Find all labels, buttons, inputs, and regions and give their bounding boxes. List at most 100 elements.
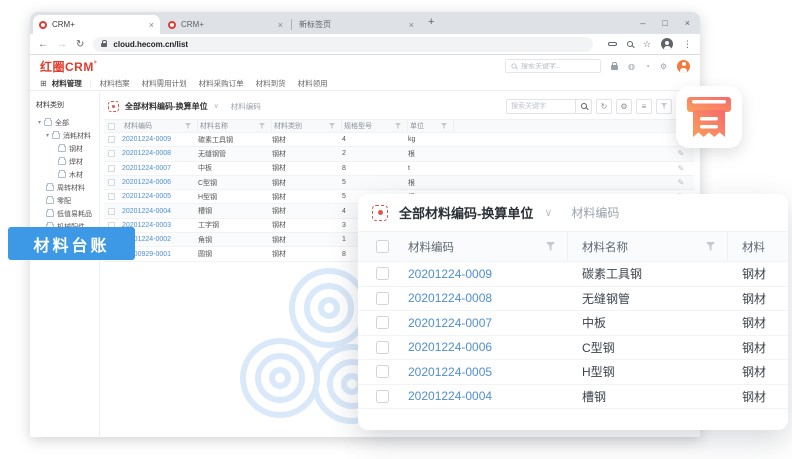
reload-icon[interactable]: ↻	[76, 39, 84, 50]
tree-node-wood[interactable]: 木材	[30, 168, 99, 181]
edit-pencil-icon[interactable]: ✎	[668, 178, 694, 187]
nav-item-demand-plan[interactable]: 材料需用计划	[142, 78, 187, 89]
zoom-panel-row: 20201224-0006 C型钢 钢材	[358, 336, 788, 361]
row-checkbox[interactable]	[376, 292, 389, 305]
browser-tab-3[interactable]: 新标签页 ×	[293, 15, 420, 34]
nav-item-requisition[interactable]: 材料领用	[298, 78, 328, 89]
gear-icon[interactable]: ⚙	[660, 62, 667, 71]
material-code-link[interactable]: 20201224-0005	[394, 365, 568, 379]
browser-tab-1[interactable]: CRM+ ×	[33, 15, 160, 34]
material-code-link[interactable]: 20201224-0006	[122, 179, 198, 186]
list-toolbar: 全部材料编码-换算单位 ∨ 材料编码 ↻ ⚙ ≡ ⋮	[108, 96, 692, 116]
material-code-link[interactable]: 20201224-0008	[394, 291, 568, 305]
filter-icon[interactable]	[259, 123, 265, 129]
search-button[interactable]	[576, 99, 592, 114]
select-all-checkbox[interactable]	[376, 240, 389, 253]
row-checkbox[interactable]	[108, 193, 115, 200]
filter-icon[interactable]	[706, 242, 715, 251]
caret-down-icon[interactable]: ▾	[38, 119, 41, 126]
tree-node-welding[interactable]: 焊材	[30, 155, 99, 168]
lock-icon[interactable]	[611, 65, 618, 70]
edit-pencil-icon[interactable]: ✎	[668, 164, 694, 173]
material-code-link[interactable]: 20201224-0006	[394, 340, 568, 354]
material-code-link[interactable]: 20201224-0007	[122, 165, 198, 172]
select-all-checkbox[interactable]	[108, 123, 115, 130]
filter-icon[interactable]	[395, 123, 401, 129]
app-logo: 红圈CRM°	[40, 58, 97, 75]
zoom-panel-field-label[interactable]: 材料编码	[571, 204, 619, 221]
row-checkbox[interactable]	[108, 150, 115, 157]
tab-close-icon[interactable]: ×	[409, 20, 414, 30]
filter-icon[interactable]	[546, 242, 555, 251]
back-icon[interactable]: ←	[38, 39, 48, 50]
row-checkbox[interactable]	[376, 390, 389, 403]
global-search-field[interactable]	[521, 63, 591, 70]
row-checkbox[interactable]	[108, 208, 115, 215]
row-checkbox[interactable]	[376, 316, 389, 329]
view-field-label[interactable]: 材料编码	[231, 101, 261, 112]
filter-icon[interactable]	[441, 123, 447, 129]
view-scan-icon	[108, 101, 119, 112]
nav-item-material-files[interactable]: 材料档案	[100, 78, 130, 89]
material-code-link[interactable]: 20201224-0009	[122, 136, 198, 143]
tree-node-parts[interactable]: 零配	[30, 194, 99, 207]
nav-item-purchase-order[interactable]: 材料采购订单	[199, 78, 244, 89]
browser-menu-icon[interactable]: ⋮	[683, 39, 692, 50]
folder-icon	[44, 120, 52, 126]
tab-close-icon[interactable]: ×	[149, 20, 154, 30]
user-avatar[interactable]	[677, 60, 690, 73]
browser-tab-2[interactable]: CRM+ ×	[162, 15, 289, 34]
row-checkbox[interactable]	[376, 341, 389, 354]
row-checkbox[interactable]	[108, 165, 115, 172]
window-minimize-button[interactable]: –	[640, 18, 645, 28]
tab-label: CRM+	[52, 20, 144, 29]
bookmark-star-icon[interactable]: ☆	[643, 39, 651, 50]
tree-node-steel[interactable]: 钢材	[30, 142, 99, 155]
window-maximize-button[interactable]: □	[662, 18, 667, 28]
refresh-button[interactable]: ↻	[596, 99, 612, 114]
address-bar[interactable]: cloud.hecom.cn/list	[93, 37, 593, 52]
columns-button[interactable]: ≡	[636, 99, 652, 114]
nav-item-arrival[interactable]: 材料到货	[256, 78, 286, 89]
list-search-input[interactable]	[506, 99, 576, 114]
row-checkbox[interactable]	[108, 179, 115, 186]
zoom-panel-header-row: 材料编码 材料名称 材料	[358, 232, 788, 262]
zoom-panel-row: 20201224-0007 中板 钢材	[358, 311, 788, 336]
forward-icon[interactable]: →	[57, 39, 67, 50]
table-row: 20201224-0007 中板 钢材 8 t ✎	[104, 162, 694, 176]
edit-pencil-icon[interactable]: ✎	[668, 149, 694, 158]
url-text: cloud.hecom.cn/list	[113, 40, 188, 49]
settings-button[interactable]: ⚙	[616, 99, 632, 114]
bell-icon[interactable]: ◔	[645, 62, 650, 71]
apps-grid-icon[interactable]: ⊞	[40, 79, 47, 88]
material-code-link[interactable]: 20201224-0005	[122, 193, 198, 200]
filter-button[interactable]	[656, 99, 672, 114]
folder-icon	[52, 133, 60, 139]
global-search-input[interactable]	[505, 59, 601, 73]
material-code-link[interactable]: 20201224-0008	[122, 150, 198, 157]
help-icon[interactable]: ◍	[628, 62, 635, 71]
tree-node-lowvalue[interactable]: 低值易耗品	[30, 207, 99, 220]
key-icon[interactable]	[608, 42, 617, 46]
filter-icon[interactable]	[185, 123, 191, 129]
window-close-button[interactable]: ×	[685, 18, 690, 28]
tab-close-icon[interactable]: ×	[278, 20, 283, 30]
material-code-link[interactable]: 20201224-0004	[394, 389, 568, 403]
material-code-link[interactable]: 20201224-0009	[394, 267, 568, 281]
zoom-icon[interactable]	[627, 41, 633, 47]
tree-node-all[interactable]: ▾ 全部	[30, 116, 99, 129]
nav-module-label[interactable]: 材料管理	[52, 78, 82, 89]
caret-down-icon[interactable]: ▾	[46, 132, 49, 139]
row-checkbox[interactable]	[376, 365, 389, 378]
row-checkbox[interactable]	[108, 136, 115, 143]
browser-profile-avatar[interactable]	[661, 38, 673, 50]
tree-node-consumables[interactable]: ▾ 消耗材料	[30, 129, 99, 142]
row-checkbox[interactable]	[376, 267, 389, 280]
material-code-link[interactable]: 20201224-0007	[394, 316, 568, 330]
material-code-link[interactable]: 20201224-0004	[122, 208, 198, 215]
tree-node-turnover[interactable]: 周转材料	[30, 181, 99, 194]
chevron-down-icon[interactable]: ∨	[214, 102, 219, 110]
new-tab-button[interactable]: +	[428, 16, 434, 28]
chevron-down-icon[interactable]: ∨	[544, 206, 552, 219]
filter-icon[interactable]	[329, 123, 335, 129]
